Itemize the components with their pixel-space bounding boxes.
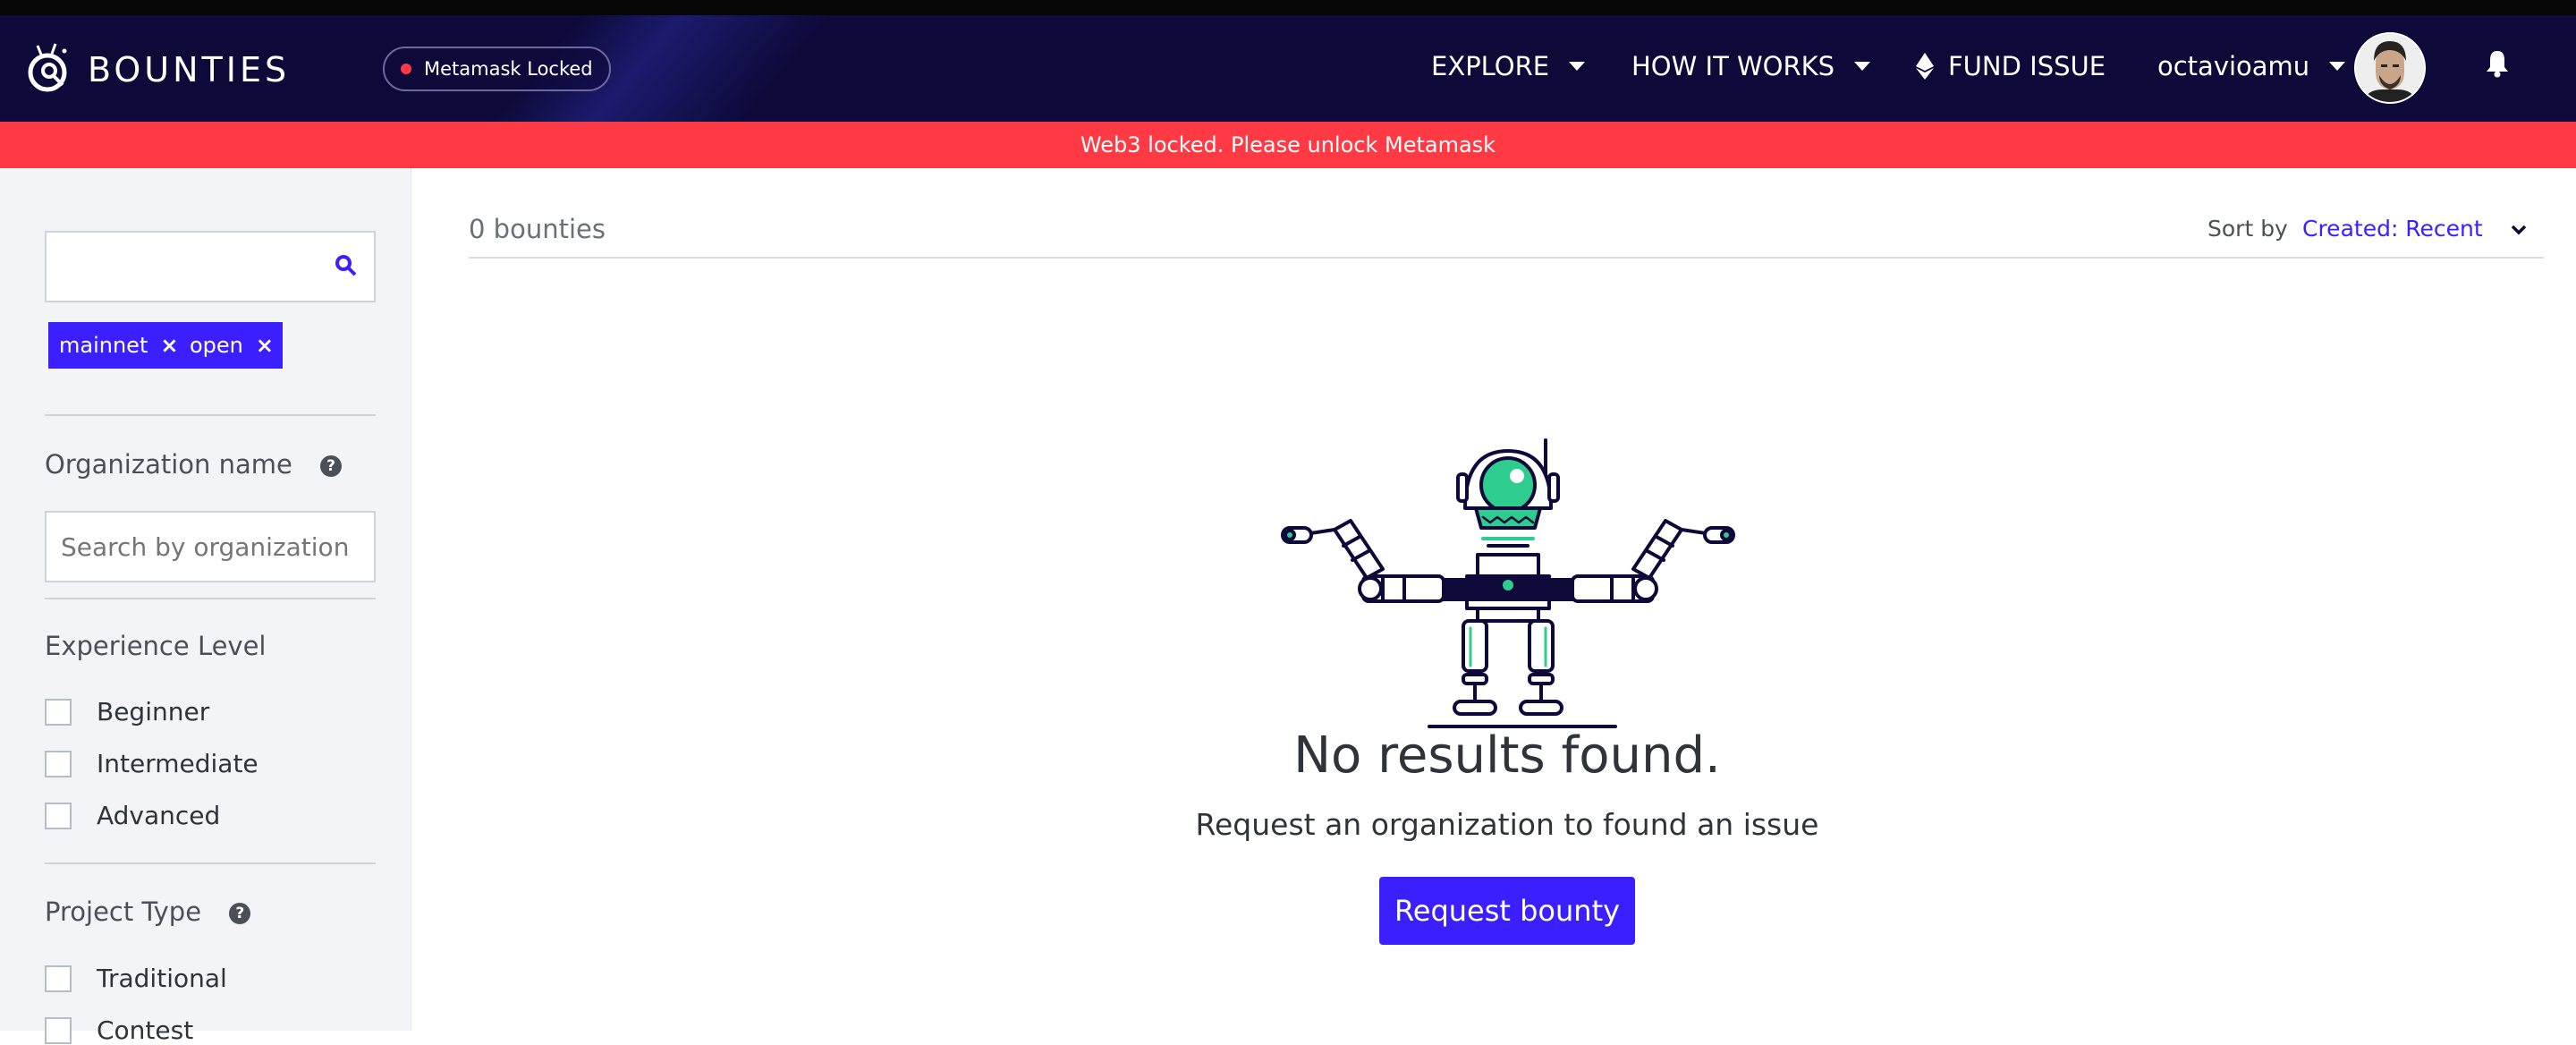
organization-filter-label: Organization name ?: [45, 449, 343, 480]
question-circle-icon[interactable]: ?: [229, 903, 251, 924]
request-bounty-button[interactable]: Request bounty: [1379, 877, 1635, 945]
avatar[interactable]: [2354, 32, 2426, 104]
project-type-label-text: Project Type: [45, 896, 202, 927]
checkbox-label: Traditional: [97, 964, 227, 993]
nav-explore-label: EXPLORE: [1431, 51, 1550, 81]
filter-sidebar: mainnet × open × Organization name ? Exp…: [0, 168, 411, 1045]
alert-message: Web3 locked. Please unlock Metamask: [1080, 132, 1496, 157]
nav-fund-issue[interactable]: FUND ISSUE: [1916, 51, 2106, 81]
sort-label: Sort by: [2207, 216, 2288, 242]
divider: [45, 414, 376, 416]
notifications-bell[interactable]: [2485, 49, 2510, 81]
project-type-label: Project Type ?: [45, 896, 251, 927]
navbar: BOUNTIES Metamask Locked EXPLORE HOW IT …: [0, 15, 2576, 122]
bounty-count: 0 bounties: [469, 214, 606, 244]
red-dot-icon: [401, 64, 411, 74]
username: octavioamu: [2157, 51, 2310, 81]
checkbox[interactable]: [45, 698, 72, 726]
logo-text: BOUNTIES: [88, 50, 291, 89]
experience-level-label: Experience Level: [45, 631, 267, 661]
checkbox-label: Intermediate: [97, 749, 258, 778]
divider: [469, 257, 2544, 259]
search-input[interactable]: [45, 231, 376, 302]
sort-select[interactable]: Created: Recent: [2302, 216, 2483, 242]
window-top-strip: [0, 0, 2576, 15]
user-menu[interactable]: octavioamu: [2157, 51, 2346, 81]
checkbox[interactable]: [45, 750, 72, 777]
chevron-down-icon: [2329, 62, 2346, 71]
chip-label: open: [190, 333, 243, 358]
metamask-status-text: Metamask Locked: [424, 58, 593, 80]
nav-how-it-works[interactable]: HOW IT WORKS: [1631, 51, 1871, 81]
checkbox[interactable]: [45, 802, 72, 829]
filter-chip-mainnet[interactable]: mainnet ×: [48, 322, 188, 369]
checkbox-label: Advanced: [97, 801, 221, 830]
chip-label: mainnet: [59, 333, 148, 358]
filter-chip-open[interactable]: open ×: [179, 322, 284, 369]
organization-label-text: Organization name: [45, 449, 292, 480]
nav-explore[interactable]: EXPLORE: [1431, 51, 1586, 81]
robot-illustration: [1279, 435, 1735, 735]
ethereum-icon: [1916, 53, 1934, 80]
empty-state-title: No results found.: [1293, 726, 1721, 785]
checkbox[interactable]: [45, 964, 72, 992]
chevron-down-icon[interactable]: [2510, 223, 2528, 240]
web3-alert-bar: Web3 locked. Please unlock Metamask: [0, 122, 2576, 168]
close-icon[interactable]: ×: [256, 333, 274, 358]
divider: [45, 862, 376, 864]
search-icon[interactable]: [335, 254, 358, 281]
nav-fund-issue-label: FUND ISSUE: [1948, 51, 2106, 81]
chevron-down-icon: [1854, 62, 1871, 71]
question-circle-icon[interactable]: ?: [320, 455, 343, 477]
project-type-option-traditional[interactable]: Traditional: [45, 964, 227, 993]
checkbox-label: Beginner: [97, 697, 210, 726]
avatar-image: [2356, 34, 2424, 102]
bounties-logo-icon: [28, 43, 67, 92]
bounties-logo[interactable]: BOUNTIES: [25, 42, 290, 98]
chevron-down-icon: [1569, 62, 1586, 71]
experience-option-intermediate[interactable]: Intermediate: [45, 749, 258, 778]
bell-icon: [2487, 51, 2508, 78]
divider: [45, 598, 376, 599]
nav-how-it-works-label: HOW IT WORKS: [1631, 51, 1835, 81]
experience-option-beginner[interactable]: Beginner: [45, 697, 209, 726]
empty-state-subtitle: Request an organization to found an issu…: [1195, 807, 1819, 842]
metamask-status-pill[interactable]: Metamask Locked: [383, 47, 611, 91]
organization-search-input[interactable]: [45, 511, 376, 582]
close-icon[interactable]: ×: [160, 333, 178, 358]
experience-option-advanced[interactable]: Advanced: [45, 801, 220, 830]
